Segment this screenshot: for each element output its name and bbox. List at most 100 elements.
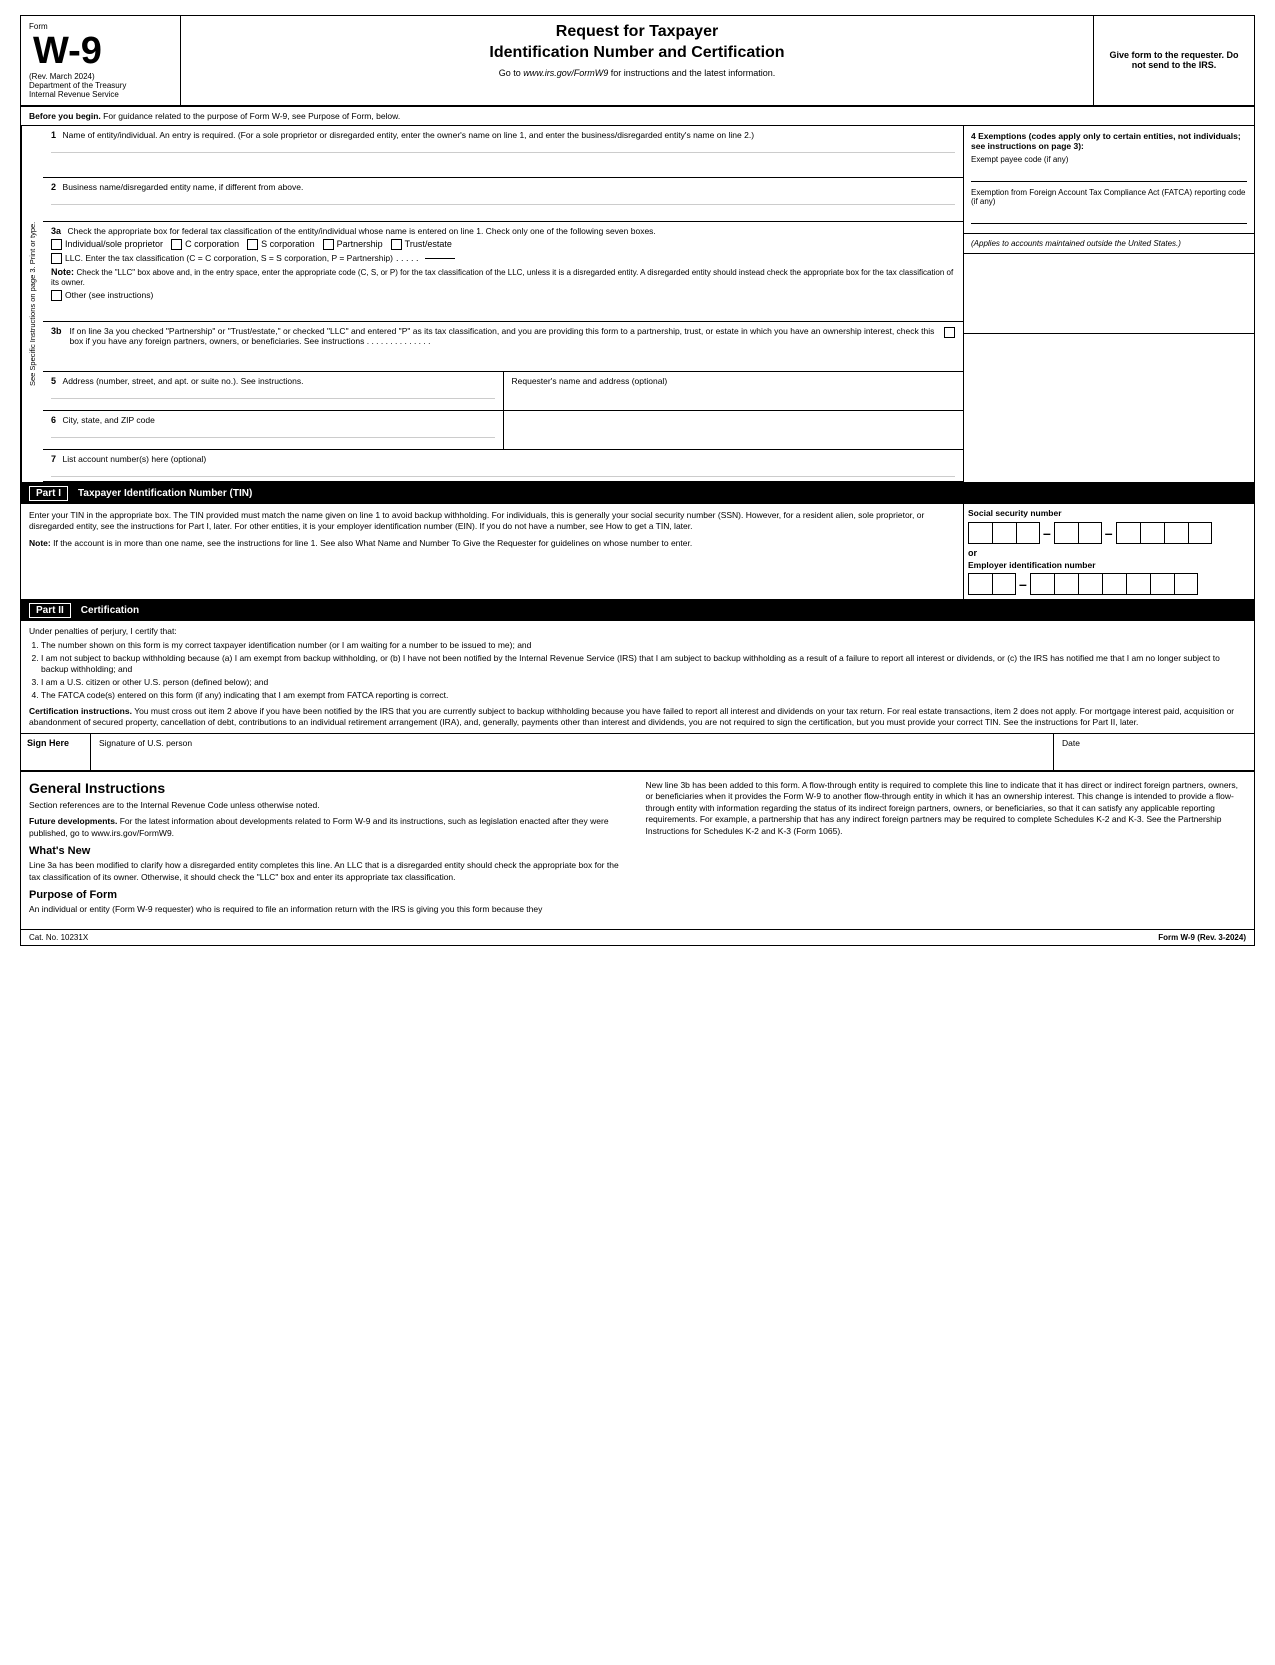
checkbox-trust-label: Trust/estate bbox=[405, 239, 452, 249]
ssn-cell-9[interactable] bbox=[1188, 522, 1212, 544]
field-2-row: 2 Business name/disregarded entity name,… bbox=[43, 178, 963, 222]
ein-cell-4[interactable] bbox=[1054, 573, 1078, 595]
fatca-label: Exemption from Foreign Account Tax Compl… bbox=[971, 188, 1247, 206]
applies-label: (Applies to accounts maintained outside … bbox=[971, 239, 1247, 248]
checkbox-c-corp-label: C corporation bbox=[185, 239, 239, 249]
ein-cell-1[interactable] bbox=[968, 573, 992, 595]
ein-cell-6[interactable] bbox=[1102, 573, 1126, 595]
field-1-row: 1 Name of entity/individual. An entry is… bbox=[43, 126, 963, 178]
ssn-cell-7[interactable] bbox=[1140, 522, 1164, 544]
field6-number: 6 bbox=[51, 415, 56, 425]
part1-label: Part I bbox=[29, 486, 68, 501]
ssn-cell-3[interactable] bbox=[1016, 522, 1040, 544]
whats-new-text: Line 3a has been modified to clarify how… bbox=[29, 860, 630, 883]
field-5-6-row: 5 Address (number, street, and apt. or s… bbox=[43, 372, 963, 411]
date-field[interactable]: Date bbox=[1054, 734, 1254, 770]
field2-input-line[interactable] bbox=[51, 204, 955, 205]
cert-item-4: The FATCA code(s) entered on this form (… bbox=[41, 690, 1246, 701]
part2-label: Part II bbox=[29, 603, 71, 618]
checkbox-partnership-box[interactable] bbox=[323, 239, 334, 250]
footer-cat-no: Cat. No. 10231X bbox=[29, 933, 88, 942]
new-line-3b-text: New line 3b has been added to this form.… bbox=[646, 780, 1247, 837]
ein-group-2 bbox=[1030, 573, 1198, 595]
checkbox-individual-label: Individual/sole proprietor bbox=[65, 239, 163, 249]
exempt-payee-field[interactable] bbox=[971, 166, 1247, 182]
checkbox-partnership-label: Partnership bbox=[337, 239, 383, 249]
field3b-checkbox[interactable] bbox=[944, 327, 955, 338]
field7-input-line[interactable] bbox=[51, 476, 955, 477]
checkbox-individual-box[interactable] bbox=[51, 239, 62, 250]
part1-content: Enter your TIN in the appropriate box. T… bbox=[21, 504, 1254, 600]
field-5-address: 5 Address (number, street, and apt. or s… bbox=[43, 372, 504, 410]
ein-boxes: – bbox=[968, 573, 1250, 595]
ein-cell-3[interactable] bbox=[1030, 573, 1054, 595]
checkbox-s-corp[interactable]: S corporation bbox=[247, 239, 315, 250]
checkbox-individual[interactable]: Individual/sole proprietor bbox=[51, 239, 163, 250]
ein-cell-5[interactable] bbox=[1078, 573, 1102, 595]
checkbox-s-corp-box[interactable] bbox=[247, 239, 258, 250]
ssn-cell-4[interactable] bbox=[1054, 522, 1078, 544]
future-devs: Future developments. For the latest info… bbox=[29, 816, 630, 839]
ssn-cell-2[interactable] bbox=[992, 522, 1016, 544]
field6-input-line[interactable] bbox=[51, 437, 495, 438]
checkbox-llc[interactable]: LLC. Enter the tax classification (C = C… bbox=[51, 253, 955, 264]
field3b-number: 3b bbox=[51, 326, 62, 336]
llc-entry-field[interactable] bbox=[425, 258, 455, 259]
part1-header: Part I Taxpayer Identification Number (T… bbox=[21, 483, 1254, 504]
gen-instructions-title: General Instructions bbox=[29, 780, 630, 796]
checkbox-other[interactable]: Other (see instructions) bbox=[51, 290, 955, 301]
part1-note-label: Note: bbox=[29, 538, 51, 548]
signature-field[interactable]: Signature of U.S. person bbox=[91, 734, 1054, 770]
ein-cell-7[interactable] bbox=[1126, 573, 1150, 595]
footer: Cat. No. 10231X Form W-9 (Rev. 3-2024) bbox=[21, 929, 1254, 945]
checkbox-partnership[interactable]: Partnership bbox=[323, 239, 383, 250]
form-id-section: Form W-9 (Rev. March 2024) Department of… bbox=[21, 16, 181, 105]
side-instructions-label: See Specific Instructions on page 3. Pri… bbox=[21, 126, 43, 482]
general-instructions-left: General Instructions Section references … bbox=[29, 780, 630, 921]
field3b-text: If on line 3a you checked "Partnership" … bbox=[70, 326, 940, 346]
before-begin-label: Before you begin. bbox=[29, 111, 101, 121]
ein-cell-9[interactable] bbox=[1174, 573, 1198, 595]
checkbox-llc-box[interactable] bbox=[51, 253, 62, 264]
field1-input-line[interactable] bbox=[51, 152, 955, 153]
ssn-cell-1[interactable] bbox=[968, 522, 992, 544]
field-7-row: 7 List account number(s) here (optional) bbox=[43, 450, 963, 482]
checkbox-trust-box[interactable] bbox=[391, 239, 402, 250]
ssn-dash-1: – bbox=[1041, 525, 1053, 541]
general-instructions-section: General Instructions Section references … bbox=[21, 772, 1254, 929]
field2-label: Business name/disregarded entity name, i… bbox=[63, 182, 304, 192]
exempt-payee-label: Exempt payee code (if any) bbox=[971, 155, 1247, 164]
field5-input-line[interactable] bbox=[51, 398, 495, 399]
right-exemptions-panel: 4 Exemptions (codes apply only to certai… bbox=[964, 126, 1254, 482]
whats-new-title: What's New bbox=[29, 845, 630, 857]
field2-number: 2 bbox=[51, 182, 56, 192]
ssn-cell-6[interactable] bbox=[1116, 522, 1140, 544]
cert-list: The number shown on this form is my corr… bbox=[41, 640, 1246, 701]
ein-cell-2[interactable] bbox=[992, 573, 1016, 595]
exemptions-section: 4 Exemptions (codes apply only to certai… bbox=[964, 126, 1254, 234]
cert-instructions-text: You must cross out item 2 above if you h… bbox=[29, 706, 1234, 727]
ein-cell-8[interactable] bbox=[1150, 573, 1174, 595]
part1-title: Taxpayer Identification Number (TIN) bbox=[78, 488, 252, 499]
field-3b-row: 3b If on line 3a you checked "Partnershi… bbox=[43, 322, 963, 372]
fatca-field[interactable] bbox=[971, 208, 1247, 224]
checkbox-c-corp-box[interactable] bbox=[171, 239, 182, 250]
part-2-section: Part II Certification Under penalties of… bbox=[21, 600, 1254, 734]
field7-label: List account number(s) here (optional) bbox=[63, 454, 207, 464]
applies-section: (Applies to accounts maintained outside … bbox=[964, 234, 1254, 254]
checkbox-c-corp[interactable]: C corporation bbox=[171, 239, 239, 250]
part1-note-text: If the account is in more than one name,… bbox=[53, 538, 692, 548]
ssn-group-2 bbox=[1054, 522, 1102, 544]
ssn-cell-5[interactable] bbox=[1078, 522, 1102, 544]
field3a-number: 3a bbox=[51, 226, 61, 236]
checkbox-other-box[interactable] bbox=[51, 290, 62, 301]
ssn-cell-8[interactable] bbox=[1164, 522, 1188, 544]
before-begin-section: Before you begin. For guidance related t… bbox=[21, 107, 1254, 126]
ssn-group-1 bbox=[968, 522, 1040, 544]
checkbox-trust[interactable]: Trust/estate bbox=[391, 239, 452, 250]
field-3a-row: 3a Check the appropriate box for federal… bbox=[43, 222, 963, 322]
field1-label: Name of entity/individual. An entry is r… bbox=[63, 130, 755, 140]
ein-dash: – bbox=[1017, 576, 1029, 592]
note-3a: Note: Check the "LLC" box above and, in … bbox=[51, 267, 955, 287]
part-1-section: Part I Taxpayer Identification Number (T… bbox=[21, 483, 1254, 600]
